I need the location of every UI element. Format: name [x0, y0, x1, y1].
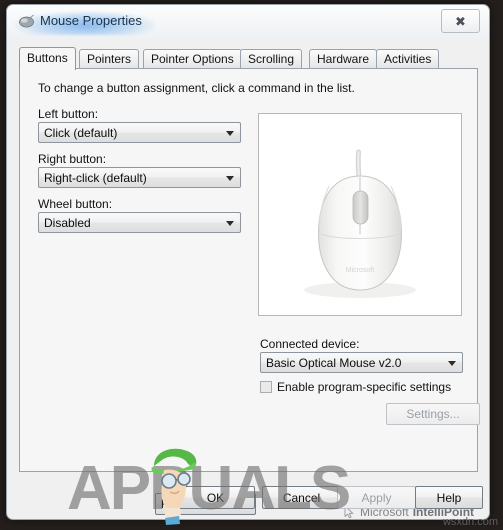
close-button[interactable]: ✖ — [441, 9, 480, 33]
mouse-icon — [19, 14, 34, 28]
svg-text:Microsoft: Microsoft — [346, 267, 374, 274]
mouse-properties-window: Mouse Properties ✖ Buttons Pointers Poin… — [6, 4, 490, 520]
right-button-combo[interactable]: Right-click (default) — [38, 167, 241, 188]
ok-button-label: OK — [206, 490, 225, 505]
left-button-label: Left button: — [38, 107, 99, 121]
help-button[interactable]: Help — [415, 486, 483, 509]
chevron-down-icon — [226, 221, 234, 226]
apply-button-label: Apply — [361, 490, 392, 505]
right-button-label: Right button: — [38, 152, 107, 166]
left-button-value: Click (default) — [44, 126, 118, 140]
enable-program-specific-settings-label: Enable program-specific settings — [277, 380, 452, 394]
ok-button[interactable]: OK — [176, 486, 255, 509]
wheel-button-label: Wheel button: — [38, 197, 113, 211]
wheel-button-value: Disabled — [44, 216, 91, 230]
enable-program-specific-settings-checkbox[interactable] — [260, 381, 272, 393]
left-button-combo[interactable]: Click (default) — [38, 122, 241, 143]
apply-button[interactable]: Apply — [337, 486, 416, 509]
tab-strip: Buttons Pointers Pointer Options Scrolli… — [19, 47, 478, 70]
buttons-tab-panel: To change a button assignment, click a c… — [19, 68, 480, 519]
window-title: Mouse Properties — [40, 13, 142, 28]
enable-program-specific-settings-row[interactable]: Enable program-specific settings — [260, 380, 451, 394]
right-button-value: Right-click (default) — [44, 171, 147, 185]
cancel-button-label: Cancel — [282, 490, 321, 505]
tab-activities[interactable]: Activities — [376, 49, 440, 69]
connected-device-label: Connected device: — [260, 337, 360, 351]
settings-button-label: Settings... — [406, 407, 460, 421]
mouse-preview-image: Microsoft — [258, 113, 462, 316]
chevron-down-icon — [226, 176, 234, 181]
cancel-button[interactable]: Cancel — [262, 486, 341, 509]
close-icon: ✖ — [455, 13, 466, 29]
connected-device-value: Basic Optical Mouse v2.0 — [266, 356, 402, 370]
connected-device-combo[interactable]: Basic Optical Mouse v2.0 — [260, 352, 463, 373]
instruction-text: To change a button assignment, click a c… — [38, 81, 355, 95]
tab-buttons[interactable]: Buttons — [19, 47, 76, 70]
window-title-bar: Mouse Properties ✖ — [7, 5, 489, 39]
site-credit-text: wsxdn.com — [442, 516, 498, 528]
settings-button[interactable]: Settings... — [386, 403, 480, 425]
tab-hardware[interactable]: Hardware — [309, 49, 378, 69]
help-button-label: Help — [436, 490, 462, 505]
chevron-down-icon — [448, 361, 456, 366]
chevron-down-icon — [226, 131, 234, 136]
tab-pointer-options[interactable]: Pointer Options — [143, 49, 242, 69]
tab-scrolling[interactable]: Scrolling — [240, 49, 303, 69]
tab-pointers[interactable]: Pointers — [79, 49, 140, 69]
wheel-button-combo[interactable]: Disabled — [38, 212, 241, 233]
